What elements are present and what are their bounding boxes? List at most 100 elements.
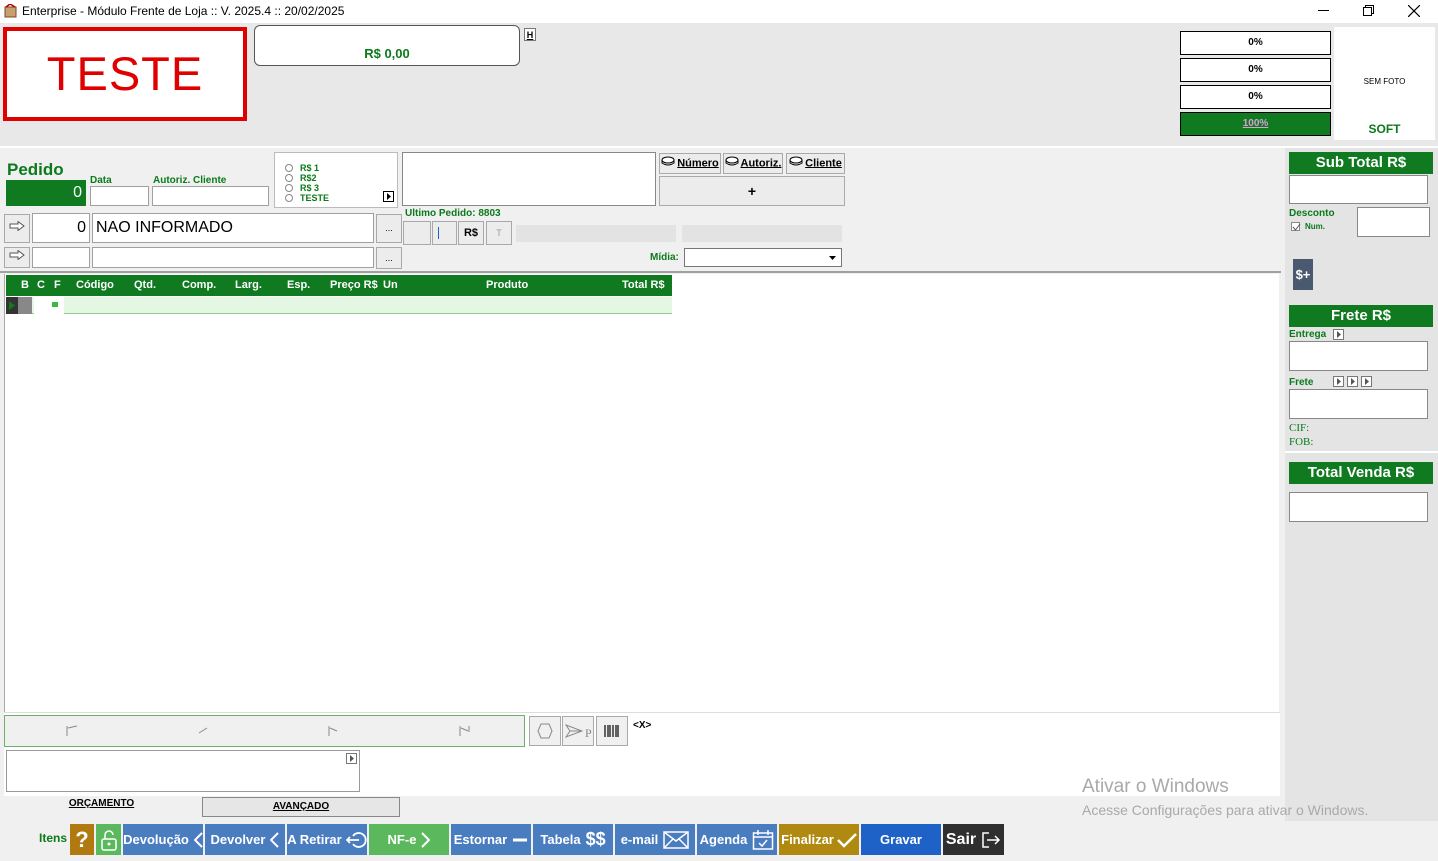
restore-icon[interactable] <box>1363 5 1374 16</box>
numero-label: Número <box>677 157 719 170</box>
nav-first-icon[interactable] <box>65 725 79 740</box>
minimize-icon[interactable] <box>1318 10 1329 11</box>
t-button[interactable]: T <box>486 221 512 245</box>
num-checkbox[interactable] <box>1291 222 1301 231</box>
splus-button[interactable]: $+ <box>1293 259 1313 290</box>
x-label[interactable]: <X> <box>633 720 651 731</box>
radio-rs2[interactable] <box>285 174 293 182</box>
exit-icon <box>982 831 1001 848</box>
agenda-button[interactable]: Agenda <box>697 824 777 855</box>
hexagon-button[interactable] <box>529 716 561 746</box>
progress-3: 0% <box>1180 85 1331 109</box>
tab-avancado[interactable]: AVANÇADO <box>202 797 400 817</box>
auth-field[interactable] <box>152 186 269 206</box>
client-search-button[interactable]: ... <box>376 214 402 243</box>
subtotal-field[interactable] <box>1289 175 1428 204</box>
nav-next-icon[interactable] <box>327 725 341 740</box>
autoriz-button[interactable]: Autoriz. <box>723 153 783 174</box>
h-button[interactable]: H <box>524 28 536 41</box>
window-title: Enterprise - Módulo Frente de Loja :: V.… <box>22 4 345 18</box>
items-grid[interactable]: B C F Código Qtd. Comp. Larg. Esp. Preço… <box>4 274 1279 712</box>
nav-last-icon[interactable] <box>458 725 472 740</box>
dollar-icon: $$ <box>585 829 606 849</box>
frete-field[interactable] <box>1289 389 1428 419</box>
observation-arrow-icon[interactable] <box>346 753 357 764</box>
notes-field[interactable] <box>402 152 656 206</box>
frete-arrow-1-icon[interactable] <box>1333 376 1344 387</box>
email-button[interactable]: e-mail <box>615 824 695 855</box>
radio-teste[interactable] <box>285 194 293 202</box>
num-label: Num. <box>1305 222 1325 231</box>
total-venda-title-text: Total Venda R$ <box>1307 464 1415 481</box>
rs-button[interactable]: R$ <box>458 221 484 245</box>
client-code[interactable]: 0 <box>32 213 90 243</box>
a-retirar-button[interactable]: A Retirar <box>287 824 367 855</box>
table-row[interactable] <box>6 297 672 314</box>
midia-select[interactable] <box>684 248 842 267</box>
fob-label: FOB: <box>1289 436 1314 448</box>
frete-title: Frete R$ <box>1289 305 1433 327</box>
sair-button[interactable]: Sair <box>943 824 1004 855</box>
splus-label: $+ <box>1295 267 1311 282</box>
estornar-button[interactable]: Estornar <box>451 824 531 855</box>
row-flag <box>52 302 58 307</box>
finalizar-label: Finalizar <box>781 832 834 847</box>
title-bar: Enterprise - Módulo Frente de Loja :: V.… <box>0 0 1438 23</box>
total-venda-field[interactable] <box>1289 492 1428 522</box>
numero-button[interactable]: Número <box>659 153 721 174</box>
frete-arrow-2-icon[interactable] <box>1347 376 1358 387</box>
grid-header: B C F Código Qtd. Comp. Larg. Esp. Preço… <box>6 275 672 296</box>
client2-arrow-button[interactable] <box>4 247 30 268</box>
send-button[interactable]: P <box>562 716 594 746</box>
client2-search-button[interactable]: ... <box>376 247 402 269</box>
blank-button-1[interactable] <box>403 221 431 245</box>
date-field[interactable] <box>90 186 149 206</box>
observation-field[interactable] <box>6 750 360 792</box>
blank-button-2[interactable] <box>432 221 457 245</box>
gravar-button[interactable]: Gravar <box>861 824 941 855</box>
arrow-right-icon <box>9 220 25 232</box>
midia-label: Mídia: <box>650 252 679 263</box>
price-table-group: R$ 1 R$2 R$ 3 TESTE <box>274 152 398 208</box>
order-number: 0 <box>6 180 86 206</box>
last-order: Ultimo Pedido: 8803 <box>405 208 501 219</box>
help-button[interactable]: ? <box>70 824 94 855</box>
return-icon <box>345 831 367 848</box>
envelope-icon <box>663 830 690 849</box>
radio-rs1-label: R$ 1 <box>300 163 320 173</box>
arrow-right-icon <box>9 249 25 261</box>
client-arrow-button[interactable] <box>4 214 30 243</box>
entrega-label: Entrega <box>1289 329 1327 340</box>
radio-rs1[interactable] <box>285 164 293 172</box>
tab-orcamento[interactable]: ORÇAMENTO <box>2 797 201 817</box>
tabela-label: Tabela <box>540 832 581 847</box>
cliente-button[interactable]: Cliente <box>786 153 845 174</box>
radio-rs2-label: R$2 <box>300 173 317 183</box>
nfe-button[interactable]: NF-e <box>369 824 449 855</box>
top-panel: TESTE R$ 0,00 H 0% 0% 0% 100% SEM FOTO S… <box>0 23 1438 146</box>
row-indicator-icon <box>6 297 18 314</box>
close-icon[interactable] <box>1407 4 1421 18</box>
col-esp: Esp. <box>287 279 311 291</box>
entrega-field[interactable] <box>1289 341 1428 371</box>
client-name[interactable]: NAO INFORMADO <box>92 213 374 243</box>
radio-rs3[interactable] <box>285 184 293 192</box>
tabela-button[interactable]: Tabela $$ <box>533 824 613 855</box>
devolver-button[interactable]: Devolver <box>205 824 285 855</box>
unlock-button[interactable] <box>96 824 121 855</box>
entrega-arrow-icon[interactable] <box>1333 329 1344 340</box>
photo-label: SEM FOTO <box>1363 77 1406 86</box>
desconto-field[interactable] <box>1357 207 1430 237</box>
finalizar-button[interactable]: Finalizar <box>779 824 859 855</box>
nav-prev-icon[interactable] <box>197 725 211 740</box>
client2-code[interactable] <box>32 247 90 268</box>
frete-arrow-3-icon[interactable] <box>1361 376 1372 387</box>
cursor-mark <box>438 227 439 239</box>
devolucao-button[interactable]: Devolução <box>123 824 203 855</box>
price-table-arrow-icon[interactable] <box>383 191 394 202</box>
barcode-button[interactable] <box>596 716 628 746</box>
add-button[interactable]: + <box>659 176 845 206</box>
col-codigo: Código <box>76 279 114 291</box>
client2-name[interactable] <box>92 247 374 268</box>
chevron-left-icon <box>270 831 280 848</box>
